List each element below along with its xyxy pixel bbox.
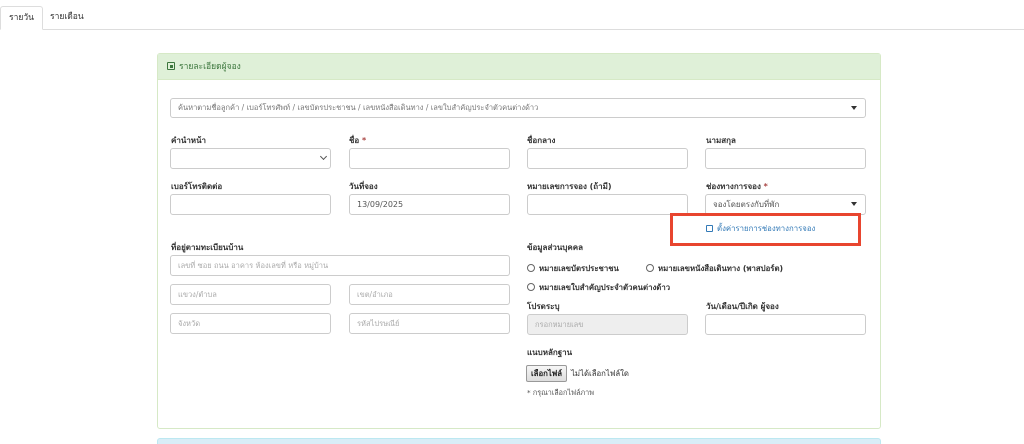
radio-alien-id-label: หมายเลขใบสำคัญประจำตัวคนต่างด้าว bbox=[539, 283, 671, 292]
radio-passport-label: หมายเลขหนังสือเดินทาง (พาสปอร์ต) bbox=[658, 264, 784, 273]
booking-ref-input[interactable] bbox=[527, 194, 688, 215]
booking-date-label: วันที่จอง bbox=[349, 182, 378, 191]
first-name-label: ชื่อ * bbox=[349, 136, 367, 145]
address-label: ที่อยู่ตามทะเบียนบ้าน bbox=[171, 243, 244, 252]
radio-passport[interactable] bbox=[646, 264, 654, 272]
customer-search-select[interactable]: ค้นหาตามชื่อลูกค้า / เบอร์โทรศัพท์ / เลข… bbox=[170, 98, 866, 118]
file-hint: * กรุณาเลือกไฟล์ภาพ bbox=[527, 388, 594, 397]
district-input[interactable]: เขต/อำเภอ bbox=[349, 284, 510, 305]
middle-name-input[interactable] bbox=[527, 148, 688, 169]
channel-select[interactable]: จองโดยตรงกับที่พัก bbox=[705, 194, 866, 215]
period-tabs: รายวัน รายเดือน bbox=[0, 0, 1024, 30]
prefix-select[interactable] bbox=[170, 148, 331, 169]
radio-national-id[interactable] bbox=[527, 264, 535, 272]
prefix-label: คำนำหน้า bbox=[171, 136, 207, 145]
dob-label: วัน/เดือน/ปีเกิด ผู้จอง bbox=[706, 302, 779, 311]
booking-date-input[interactable]: 13/09/2025 bbox=[349, 194, 510, 215]
highlight-box bbox=[670, 213, 861, 246]
id-number-input[interactable]: กรอกหมายเลข bbox=[527, 314, 688, 335]
file-status-text: ไม่ได้เลือกไฟล์ใด bbox=[571, 369, 629, 378]
next-panel-header bbox=[157, 438, 881, 444]
province-input[interactable]: จังหวัด bbox=[170, 313, 331, 334]
personal-info-label: ข้อมูลส่วนบุคคล bbox=[527, 243, 583, 252]
caret-down-icon bbox=[851, 106, 857, 110]
tab-daily[interactable]: รายวัน bbox=[0, 6, 43, 30]
caret-down-icon bbox=[851, 202, 857, 206]
choose-file-button[interactable]: เลือกไฟล์ bbox=[526, 365, 568, 382]
id-card-icon bbox=[167, 62, 175, 70]
last-name-label: นามสกุล bbox=[706, 136, 736, 145]
dob-input[interactable] bbox=[705, 314, 866, 335]
middle-name-label: ชื่อกลาง bbox=[527, 136, 556, 145]
phone-label: เบอร์โทรติดต่อ bbox=[171, 182, 223, 191]
address-line-input[interactable]: เลขที่ ซอย ถนน อาคาร ห้องเลขที่ หรือ หมู… bbox=[170, 255, 510, 276]
panel-header: รายละเอียดผู้จอง bbox=[158, 54, 880, 80]
attachment-label: แนบหลักฐาน bbox=[527, 348, 573, 357]
radio-national-id-label: หมายเลขบัตรประชาชน bbox=[539, 264, 619, 273]
specify-label: โปรดระบุ bbox=[527, 302, 560, 311]
last-name-input[interactable] bbox=[705, 148, 866, 169]
first-name-input[interactable] bbox=[349, 148, 510, 169]
subdistrict-input[interactable]: แขวง/ตำบล bbox=[170, 284, 331, 305]
postcode-input[interactable]: รหัสไปรษณีย์ bbox=[349, 313, 510, 334]
customer-search-placeholder: ค้นหาตามชื่อลูกค้า / เบอร์โทรศัพท์ / เลข… bbox=[178, 103, 539, 112]
channel-label: ช่องทางการจอง * bbox=[706, 182, 768, 191]
tab-monthly[interactable]: รายเดือน bbox=[42, 6, 92, 30]
chevron-down-icon bbox=[319, 152, 328, 161]
booking-ref-label: หมายเลขการจอง (ถ้ามี) bbox=[527, 182, 612, 191]
radio-alien-id[interactable] bbox=[527, 283, 535, 291]
panel-title: รายละเอียดผู้จอง bbox=[179, 62, 241, 72]
phone-input[interactable] bbox=[170, 194, 331, 215]
